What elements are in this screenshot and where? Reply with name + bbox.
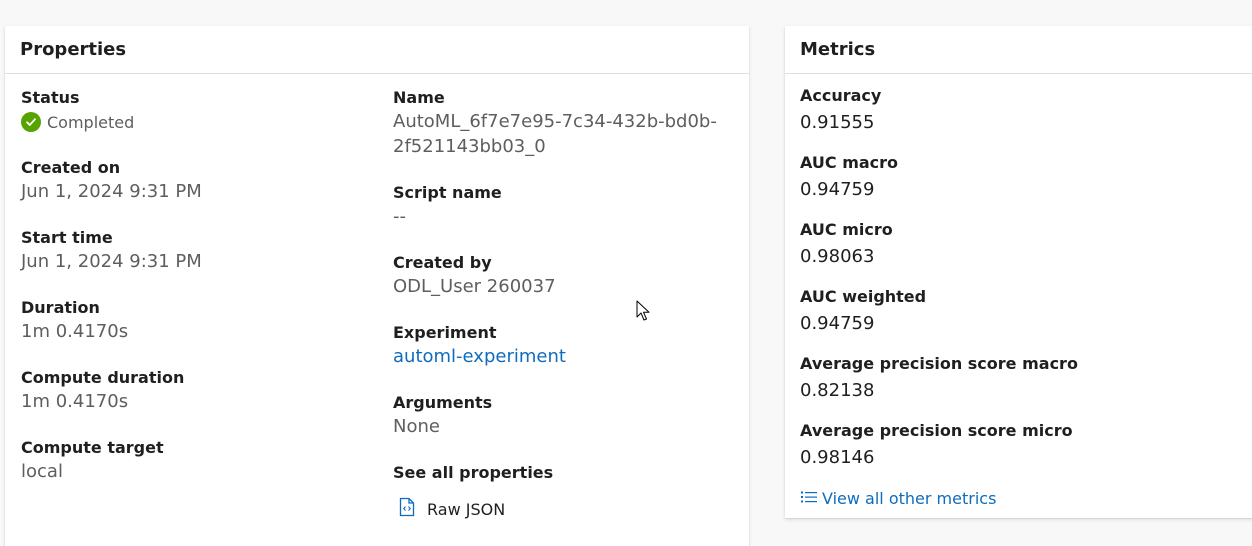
name-value-line2: 2f521143bb03_0 xyxy=(393,136,546,157)
metric-label: Average precision score macro xyxy=(800,354,1078,373)
name-label: Name xyxy=(393,88,445,107)
arguments-value: None xyxy=(393,416,440,437)
properties-card: Properties Status Completed Created on J… xyxy=(5,26,749,546)
experiment-link[interactable]: automl-experiment xyxy=(393,346,566,367)
arguments-label: Arguments xyxy=(393,393,493,412)
metric-label: AUC micro xyxy=(800,220,893,239)
compute-target-label: Compute target xyxy=(21,438,164,457)
view-all-metrics-link[interactable]: View all other metrics xyxy=(800,489,996,508)
see-all-properties-label: See all properties xyxy=(393,463,554,482)
created-by-value: ODL_User 260037 xyxy=(393,276,556,297)
mouse-cursor-icon xyxy=(636,300,650,326)
start-time-value: Jun 1, 2024 9:31 PM xyxy=(21,251,202,272)
created-on-value: Jun 1, 2024 9:31 PM xyxy=(21,181,202,202)
script-name-label: Script name xyxy=(393,183,502,202)
metric-value: 0.91555 xyxy=(800,112,875,133)
metric-value: 0.82138 xyxy=(800,380,875,401)
experiment-label: Experiment xyxy=(393,323,497,342)
status-label: Status xyxy=(21,88,80,107)
raw-json-button[interactable]: Raw JSON xyxy=(399,497,505,521)
metrics-card: Metrics Accuracy 0.91555 AUC macro 0.947… xyxy=(785,26,1252,518)
metric-label: AUC macro xyxy=(800,153,899,172)
raw-json-label: Raw JSON xyxy=(427,499,506,519)
metric-label: AUC weighted xyxy=(800,287,927,306)
metric-value: 0.94759 xyxy=(800,313,875,334)
json-file-icon xyxy=(399,497,415,521)
metric-value: 0.98146 xyxy=(800,447,875,468)
metrics-title: Metrics xyxy=(785,26,1252,74)
properties-title: Properties xyxy=(5,26,749,74)
created-by-label: Created by xyxy=(393,253,492,272)
duration-label: Duration xyxy=(21,298,100,317)
compute-duration-value: 1m 0.4170s xyxy=(21,391,129,412)
view-all-metrics-label: View all other metrics xyxy=(822,489,997,508)
list-icon xyxy=(800,489,818,508)
status-text: Completed xyxy=(47,112,135,132)
metric-value: 0.94759 xyxy=(800,179,875,200)
metric-label: Average precision score micro xyxy=(800,421,1073,440)
created-on-label: Created on xyxy=(21,158,121,177)
check-circle-icon xyxy=(21,112,41,132)
start-time-label: Start time xyxy=(21,228,113,247)
name-value-line1: AutoML_6f7e7e95-7c34-432b-bd0b- xyxy=(393,111,717,132)
status-value: Completed xyxy=(21,112,134,132)
script-name-value: -- xyxy=(393,206,406,227)
metric-value: 0.98063 xyxy=(800,246,875,267)
compute-target-value: local xyxy=(21,461,63,482)
metric-label: Accuracy xyxy=(800,86,882,105)
duration-value: 1m 0.4170s xyxy=(21,321,129,342)
compute-duration-label: Compute duration xyxy=(21,368,185,387)
